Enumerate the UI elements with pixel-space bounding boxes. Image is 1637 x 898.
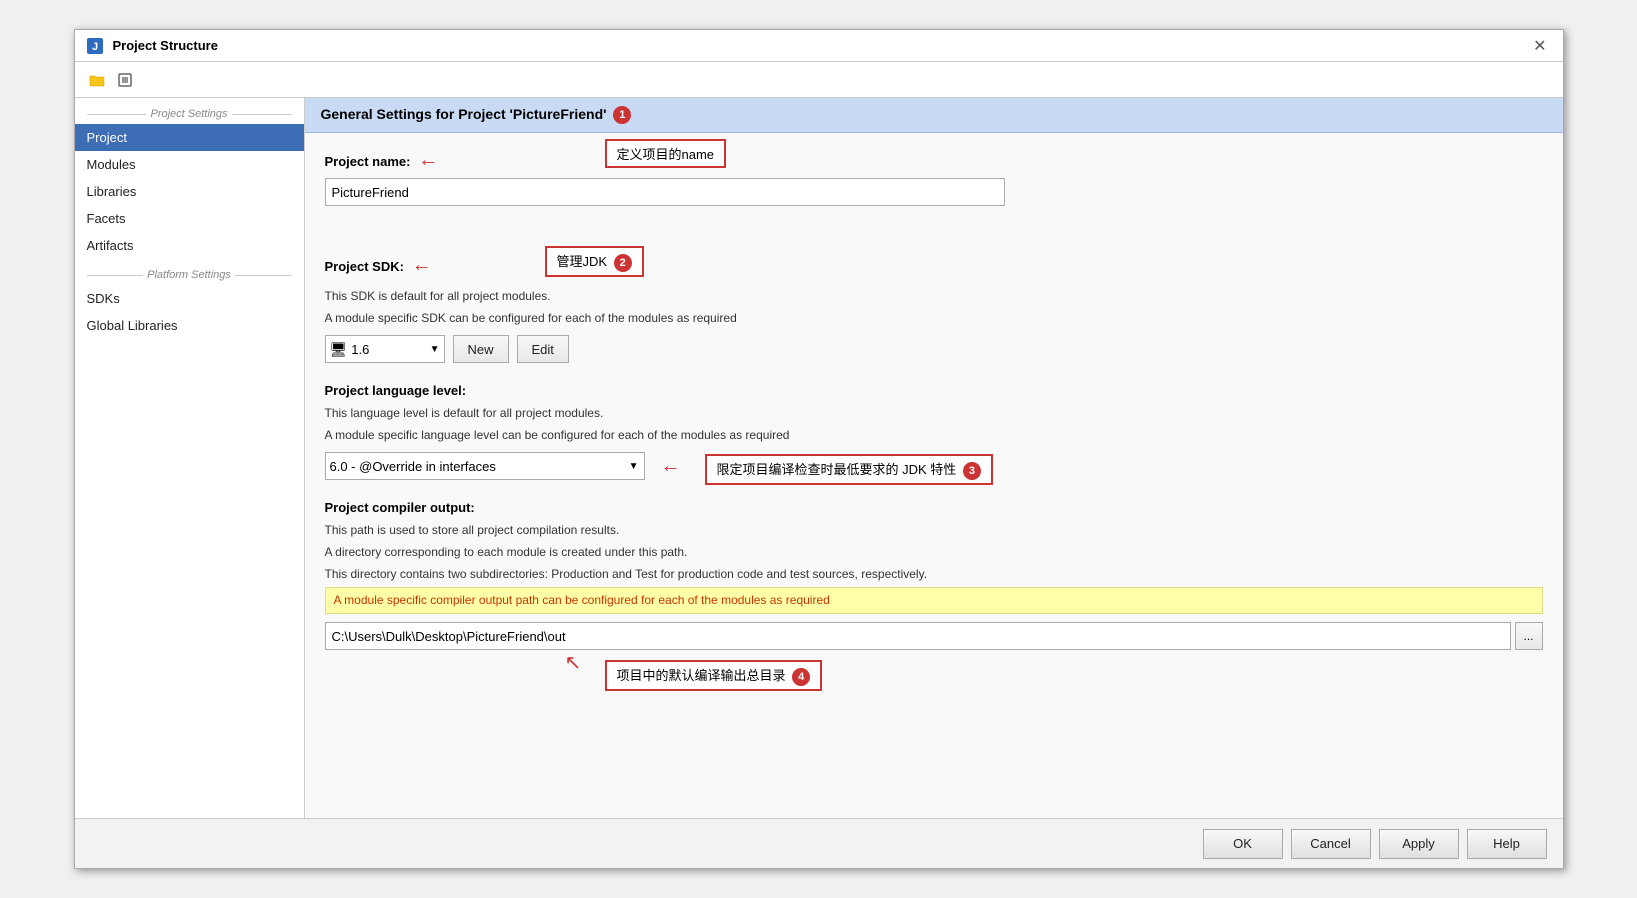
toolbar-icon2-button[interactable] (113, 68, 137, 92)
apply-button[interactable]: Apply (1379, 829, 1459, 859)
sidebar-item-libraries[interactable]: Libraries (75, 178, 304, 205)
help-button[interactable]: Help (1467, 829, 1547, 859)
toolbar (75, 62, 1563, 98)
compiler-output-desc2: A directory corresponding to each module… (325, 543, 1543, 561)
main-header: General Settings for Project 'PictureFri… (305, 98, 1563, 133)
sdk-dropdown-arrow-icon: ▼ (430, 344, 440, 355)
close-button[interactable]: ✕ (1527, 34, 1552, 58)
sdk-edit-button[interactable]: Edit (517, 335, 569, 363)
toolbar-icon1-button[interactable] (85, 68, 109, 92)
lang-select-wrapper: 6.0 - @Override in interfaces ▼ (325, 452, 645, 480)
project-sdk-label: Project SDK: ← (325, 254, 1543, 277)
annotation-4-num: 4 (792, 668, 810, 686)
settings-icon (117, 72, 133, 88)
project-name-section: Project name: ← 定义项目的name (325, 149, 1543, 206)
main-body: Project name: ← 定义项目的name (305, 133, 1563, 818)
project-name-input[interactable] (325, 178, 1005, 206)
compiler-output-section: Project compiler output: This path is us… (325, 500, 1543, 710)
compiler-output-label: Project compiler output: (325, 500, 1543, 515)
annotation-4: 项目中的默认编译输出总目录 4 (605, 660, 823, 691)
project-structure-dialog: J Project Structure ✕ Project Settings P… (74, 29, 1564, 869)
sdk-desc2: A module specific SDK can be configured … (325, 309, 1543, 327)
sidebar-item-sdks-label: SDKs (87, 291, 120, 306)
sidebar-item-global-libraries-label: Global Libraries (87, 318, 178, 333)
sdk-row: 🖥 1.6 ▼ New Edit (325, 335, 1543, 363)
sidebar: Project Settings Project Modules Librari… (75, 98, 305, 818)
sdk-desc1: This SDK is default for all project modu… (325, 287, 1543, 305)
sdk-select-icon: 🖥 (330, 341, 348, 358)
compiler-output-note: A module specific compiler output path c… (325, 587, 1543, 614)
annotation-4-area: ↖ 项目中的默认编译输出总目录 4 (325, 650, 1543, 710)
title-bar-left: J Project Structure (85, 36, 218, 56)
platform-settings-section-label: Platform Settings (75, 259, 304, 285)
project-name-wrapper: Project name: ← 定义项目的name (325, 149, 1543, 206)
sidebar-item-modules-label: Modules (87, 157, 136, 172)
lang-level-section: Project language level: This language le… (325, 383, 1543, 480)
header-annotation-number: 1 (613, 106, 631, 124)
annotation-1: 定义项目的name (605, 139, 727, 168)
compiler-output-path-input[interactable] (325, 622, 1511, 650)
arrow3-icon: ← (661, 455, 681, 478)
ok-button[interactable]: OK (1203, 829, 1283, 859)
bottom-bar: OK Cancel Apply Help (75, 818, 1563, 868)
folder-icon (89, 72, 105, 88)
sidebar-item-artifacts-label: Artifacts (87, 238, 134, 253)
sdk-version-text: 1.6 (351, 342, 425, 357)
sidebar-item-facets[interactable]: Facets (75, 205, 304, 232)
sidebar-item-facets-label: Facets (87, 211, 126, 226)
sidebar-item-modules[interactable]: Modules (75, 151, 304, 178)
output-path-row: ... (325, 622, 1543, 650)
sidebar-item-artifacts[interactable]: Artifacts (75, 232, 304, 259)
dialog-title: Project Structure (113, 38, 218, 53)
annotation-2: 管理JDK 2 (545, 246, 644, 277)
lang-select-row: 6.0 - @Override in interfaces ▼ ← 限定项目编译… (325, 452, 1543, 480)
arrow1-icon: ← (418, 149, 438, 171)
sdk-version-select[interactable]: 🖥 1.6 ▼ (325, 335, 445, 363)
sidebar-item-project-label: Project (87, 130, 127, 145)
main-panel: General Settings for Project 'PictureFri… (305, 98, 1563, 818)
annotation-2-num: 2 (614, 254, 632, 272)
lang-level-select[interactable]: 6.0 - @Override in interfaces (325, 452, 645, 480)
arrow4-icon: ↖ (565, 650, 582, 675)
sidebar-item-global-libraries[interactable]: Global Libraries (75, 312, 304, 339)
arrow2-icon: ← (412, 254, 432, 276)
sidebar-item-project[interactable]: Project (75, 124, 304, 151)
annotation-3: 限定项目编译检查时最低要求的 JDK 特性 3 (705, 454, 993, 485)
title-bar: J Project Structure ✕ (75, 30, 1563, 62)
compiler-output-desc3: This directory contains two subdirectori… (325, 565, 1543, 583)
compiler-output-desc1: This path is used to store all project c… (325, 521, 1543, 539)
svg-text:J: J (91, 41, 97, 53)
lang-level-desc2: A module specific language level can be … (325, 426, 1543, 444)
project-name-label: Project name: ← (325, 149, 1543, 172)
sdk-new-button[interactable]: New (453, 335, 509, 363)
sidebar-item-libraries-label: Libraries (87, 184, 137, 199)
sidebar-item-sdks[interactable]: SDKs (75, 285, 304, 312)
project-settings-section-label: Project Settings (75, 98, 304, 124)
app-icon: J (85, 36, 105, 56)
annotation-3-num: 3 (963, 462, 981, 480)
lang-level-desc1: This language level is default for all p… (325, 404, 1543, 422)
project-sdk-section: Project SDK: ← 管理JDK 2 This SDK is defau… (325, 254, 1543, 363)
main-header-text: General Settings for Project 'PictureFri… (321, 106, 607, 122)
lang-level-label: Project language level: (325, 383, 1543, 398)
content-area: Project Settings Project Modules Librari… (75, 98, 1563, 818)
sdk-label-wrapper: Project SDK: ← 管理JDK 2 (325, 254, 1543, 277)
browse-button[interactable]: ... (1515, 622, 1543, 650)
cancel-button[interactable]: Cancel (1291, 829, 1371, 859)
